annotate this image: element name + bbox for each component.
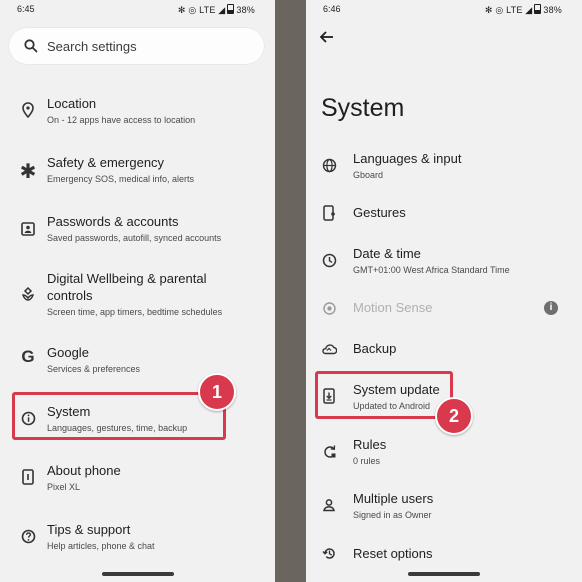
help-icon — [18, 526, 38, 546]
battery-icon — [227, 4, 235, 14]
item-title: About phone — [47, 463, 121, 478]
battery-icon — [534, 4, 542, 14]
item-title: Safety & emergency — [47, 155, 165, 170]
item-title: Rules — [353, 437, 387, 452]
settings-item-gestures[interactable]: Gestures — [306, 203, 582, 233]
wellbeing-icon — [18, 284, 38, 304]
status-signal-icons: ✻ ◎ LTE ◢ — [177, 5, 226, 15]
gesture-nav-handle[interactable] — [408, 572, 480, 576]
item-title: Date & time — [353, 246, 421, 261]
highlight-box-system-update — [315, 371, 453, 419]
settings-item-motion-sense[interactable]: Motion Sense i — [306, 298, 582, 328]
item-title: Gestures — [353, 205, 406, 220]
status-icons: ✻ ◎ LTE ◢ 38% — [485, 4, 562, 16]
item-title-line2: controls — [47, 288, 93, 303]
back-arrow-icon[interactable] — [318, 28, 336, 46]
item-subtitle: 0 rules — [353, 456, 381, 466]
item-title: Motion Sense — [353, 300, 433, 315]
page-title: System — [321, 94, 405, 122]
highlight-box-system — [12, 392, 226, 440]
rules-icon — [319, 441, 339, 461]
settings-item-about-phone[interactable]: About phone Pixel XL — [0, 461, 275, 505]
globe-icon — [319, 155, 339, 175]
settings-item-safety[interactable]: ✱ Safety & emergency Emergency SOS, medi… — [0, 153, 275, 197]
settings-item-multiple-users[interactable]: Multiple users Signed in as Owner — [306, 489, 582, 533]
search-bar[interactable]: Search settings — [9, 28, 264, 64]
item-title: Backup — [353, 341, 397, 356]
battery-level: 38% — [543, 5, 562, 15]
person-icon — [319, 495, 339, 515]
step-badge-2: 2 — [435, 397, 473, 435]
step-badge-1: 1 — [198, 373, 236, 411]
gesture-nav-handle[interactable] — [101, 572, 174, 576]
status-time: 6:45 — [17, 4, 35, 14]
phone-icon — [18, 467, 38, 487]
search-icon — [24, 39, 38, 53]
item-subtitle: Pixel XL — [47, 482, 81, 492]
settings-item-reset-options[interactable]: Reset options — [306, 544, 582, 570]
item-title: Digital Wellbeing & parental — [47, 271, 207, 286]
battery-level: 38% — [236, 5, 255, 15]
settings-item-google[interactable]: G Google Services & preferences — [0, 343, 275, 387]
settings-item-date-time[interactable]: Date & time GMT+01:00 West Africa Standa… — [306, 244, 582, 288]
settings-item-backup[interactable]: Backup — [306, 339, 582, 369]
settings-item-digital-wellbeing[interactable]: Digital Wellbeing & parental controls Sc… — [0, 269, 275, 325]
item-title: Google — [47, 345, 89, 360]
item-title: Location — [47, 96, 97, 111]
settings-item-rules[interactable]: Rules 0 rules — [306, 435, 582, 479]
location-pin-icon — [18, 100, 38, 120]
item-subtitle: Screen time, app timers, bedtime schedul… — [47, 307, 223, 317]
item-title: Multiple users — [353, 491, 434, 506]
system-settings-screen: 6:46 ✻ ◎ LTE ◢ 38% System Languages & inp… — [306, 0, 582, 582]
asterisk-icon: ✱ — [19, 160, 37, 183]
item-title: Reset options — [353, 546, 433, 561]
status-bar: 6:46 ✻ ◎ LTE ◢ 38% — [306, 0, 582, 18]
item-title: Languages & input — [353, 151, 462, 166]
info-icon[interactable]: i — [544, 301, 558, 315]
settings-screen: 6:45 ✻ ◎ LTE ◢ 38% Search settings Locati… — [0, 0, 275, 582]
clock-icon — [319, 250, 339, 270]
search-placeholder: Search settings — [47, 39, 137, 54]
settings-item-passwords[interactable]: Passwords & accounts Saved passwords, au… — [0, 212, 275, 256]
item-title: Passwords & accounts — [47, 214, 179, 229]
item-subtitle: Gboard — [353, 170, 384, 180]
account-box-icon — [18, 219, 38, 239]
item-title: Tips & support — [47, 522, 131, 537]
status-bar: 6:45 ✻ ◎ LTE ◢ 38% — [0, 0, 275, 18]
settings-item-location[interactable]: Location On - 12 apps have access to loc… — [0, 94, 275, 138]
item-subtitle: Help articles, phone & chat — [47, 541, 155, 551]
item-subtitle: Emergency SOS, medical info, alerts — [47, 174, 195, 184]
settings-item-languages-input[interactable]: Languages & input Gboard — [306, 149, 582, 193]
google-icon: G — [21, 347, 35, 366]
reset-icon — [319, 543, 339, 563]
motion-sense-icon — [319, 298, 339, 318]
status-icons: ✻ ◎ LTE ◢ 38% — [178, 4, 255, 16]
item-subtitle: On - 12 apps have access to location — [47, 115, 196, 125]
status-time: 6:46 — [323, 4, 341, 14]
item-subtitle: Signed in as Owner — [353, 510, 432, 520]
item-subtitle: Services & preferences — [47, 364, 141, 374]
status-signal-icons: ✻ ◎ LTE ◢ — [484, 5, 533, 15]
cloud-backup-icon — [319, 339, 339, 359]
item-subtitle: Saved passwords, autofill, synced accoun… — [47, 233, 222, 243]
settings-item-tips-support[interactable]: Tips & support Help articles, phone & ch… — [0, 520, 275, 564]
item-subtitle: GMT+01:00 West Africa Standard Time — [353, 265, 510, 275]
gesture-phone-icon — [319, 203, 339, 223]
